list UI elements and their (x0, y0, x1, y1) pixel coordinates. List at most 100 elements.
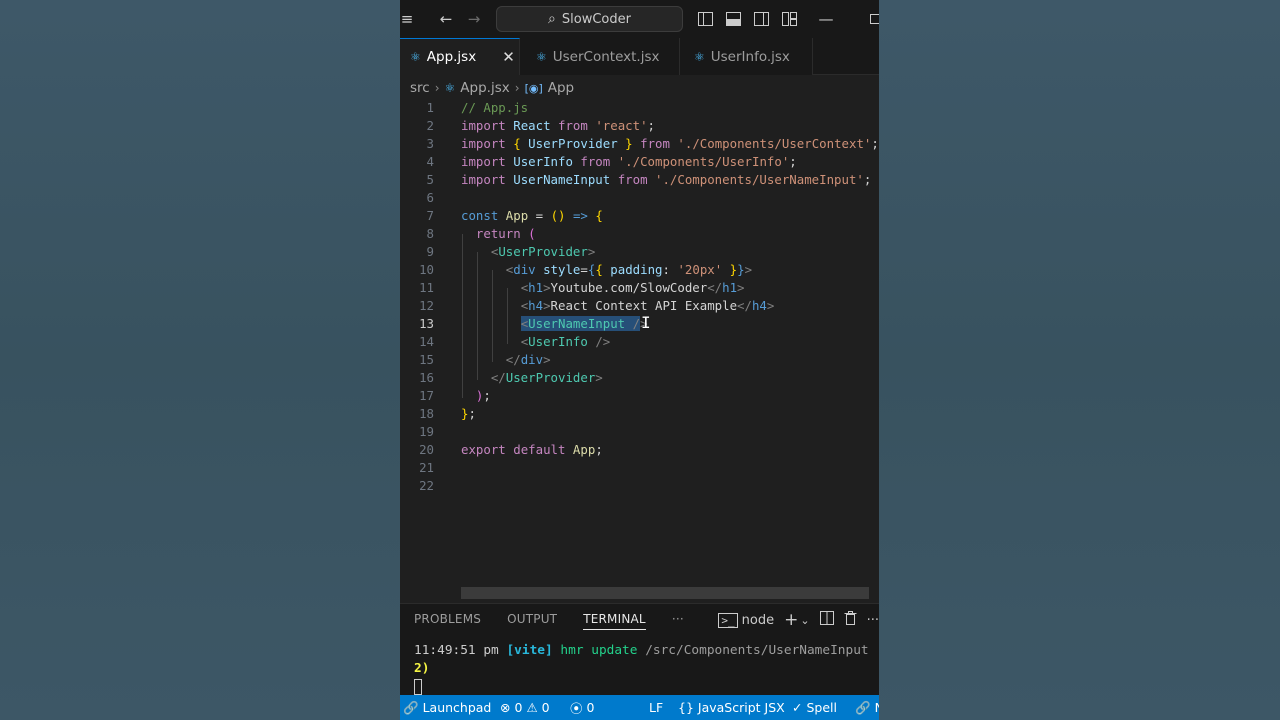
trash-icon[interactable] (844, 611, 857, 629)
code-line: 2 import React from 'react'; (400, 116, 879, 134)
forward-arrow-icon[interactable]: → (464, 0, 484, 38)
code-text: import React from 'react'; (461, 117, 656, 133)
code-line: 16 </UserProvider> (400, 368, 879, 386)
line-number: 17 (419, 387, 434, 403)
code-line: 7 const App = () => { (400, 206, 879, 224)
status-eol[interactable]: LF (649, 695, 663, 720)
breadcrumb-folder[interactable]: src (410, 80, 430, 96)
toggle-primary-sidebar-icon[interactable] (696, 0, 714, 38)
code-line: 8 return ( (400, 224, 879, 242)
line-number: 6 (426, 189, 434, 205)
status-last-item[interactable]: 🔗 N (855, 695, 879, 720)
status-problems[interactable]: ⊗ 0 ⚠ 0 (500, 695, 550, 720)
code-line: 6 (400, 188, 879, 206)
code-line: 22 (400, 476, 879, 494)
code-line: 4 import UserInfo from './Components/Use… (400, 152, 879, 170)
code-line: 20 export default App; (400, 440, 879, 458)
split-terminal-icon[interactable] (819, 611, 834, 629)
code-text: <UserProvider> (490, 243, 596, 259)
status-language[interactable]: {} JavaScript JSX (678, 695, 785, 720)
search-icon: ⌕ (548, 11, 556, 27)
code-line: 11 <h1>Youtube.com/SlowCoder</h1> (400, 278, 879, 296)
code-line: 15 </div> (400, 350, 879, 368)
breadcrumb-file[interactable]: App.jsx (460, 80, 509, 96)
tab-output[interactable]: OUTPUT (507, 612, 557, 630)
terminal-count: 2) (414, 661, 430, 676)
line-number: 15 (419, 351, 434, 367)
panel-actions: >_ node + ⌄ ··· (718, 609, 879, 631)
line-number: 21 (419, 459, 434, 475)
tab-label: UserContext.jsx (552, 48, 660, 65)
tab-label: App.jsx (426, 49, 477, 65)
broadcast-icon: ⦿ (570, 701, 583, 716)
line-number: 7 (426, 207, 434, 223)
code-line: 5 import UserNameInput from './Component… (400, 170, 879, 188)
line-number: 3 (426, 135, 434, 151)
minimize-icon[interactable]: — (818, 0, 834, 38)
error-icon: ⊗ (500, 700, 511, 715)
react-icon: ⚛ (536, 49, 547, 64)
line-number: 9 (426, 243, 434, 259)
line-number: 10 (419, 261, 434, 277)
line-number: 14 (419, 333, 434, 349)
breadcrumb: src › ⚛ App.jsx › [◉] App (410, 78, 574, 98)
code-line: 9 <UserProvider> (400, 242, 879, 260)
code-text: return ( (475, 225, 536, 241)
tab-app-jsx[interactable]: ⚛ App.jsx ✕ (400, 38, 520, 75)
line-number: 13 (419, 315, 434, 331)
code-line: 1 // App.js (400, 98, 879, 116)
command-center-search[interactable]: ⌕ SlowCoder (496, 6, 683, 32)
warning-icon: ⚠ (526, 700, 538, 715)
close-icon[interactable]: ✕ (502, 48, 515, 66)
tab-label: UserInfo.jsx (710, 48, 790, 65)
search-text: SlowCoder (561, 11, 631, 27)
horizontal-scrollbar[interactable] (461, 587, 869, 599)
more-icon[interactable]: ··· (672, 612, 684, 630)
line-number: 5 (426, 171, 434, 187)
status-spell[interactable]: ✓ Spell (792, 695, 837, 720)
line-number: 18 (419, 405, 434, 421)
editor-tabs: ⚛ App.jsx ✕ ⚛ UserContext.jsx ⚛ UserInfo… (400, 38, 879, 75)
text-cursor-icon: I (641, 313, 651, 332)
symbol-method-icon: [◉] (524, 81, 543, 95)
tab-problems[interactable]: PROBLEMS (414, 612, 481, 630)
tab-userinfo-jsx[interactable]: ⚛ UserInfo.jsx (680, 38, 813, 75)
tab-terminal[interactable]: TERMINAL (583, 612, 646, 630)
code-text: <div style={{ padding: '20px' }}> (505, 261, 753, 277)
link-icon: 🔗 (855, 699, 871, 715)
add-terminal-icon[interactable]: + (784, 610, 798, 630)
back-arrow-icon[interactable]: ← (436, 0, 456, 38)
hamburger-icon[interactable]: ≡ (400, 0, 414, 38)
tab-usercontext-jsx[interactable]: ⚛ UserContext.jsx (520, 38, 680, 75)
status-ports[interactable]: ⦿ 0 (570, 695, 594, 720)
code-text: </div> (505, 351, 551, 367)
breadcrumb-symbol[interactable]: App (548, 80, 574, 96)
line-number: 4 (426, 153, 434, 169)
code-editor[interactable]: 1 // App.js 2 import React from 'react';… (400, 98, 879, 588)
code-text: const App = () => { (461, 207, 603, 223)
eol-label: LF (649, 700, 664, 715)
terminal-output[interactable]: 11:49:51 pm [vite] hmr update /src/Compo… (414, 642, 869, 696)
line-number: 1 (426, 99, 434, 115)
code-text: <h4>React Context API Example</h4> (520, 297, 775, 313)
toggle-panel-icon[interactable] (724, 0, 742, 38)
vscode-window: ≡ ← → ⌕ SlowCoder — ⚛ App.jsx ✕ ⚛ UserCo… (400, 0, 879, 720)
terminal-cursor (414, 678, 422, 695)
more-actions-icon[interactable]: ··· (867, 613, 879, 628)
maximize-icon[interactable] (868, 0, 879, 38)
bottom-panel: PROBLEMS OUTPUT TERMINAL ··· >_ node + ⌄… (400, 603, 879, 695)
warning-count: 0 (541, 700, 550, 715)
line-number: 19 (419, 423, 434, 439)
status-launchpad[interactable]: 🔗 Launchpad (403, 695, 491, 720)
title-bar: ≡ ← → ⌕ SlowCoder — (400, 0, 879, 38)
customize-layout-icon[interactable] (780, 0, 798, 38)
line-number: 8 (426, 225, 434, 241)
spell-label: Spell (806, 700, 837, 715)
code-line: 12 <h4>React Context API Example</h4> (400, 296, 879, 314)
code-text: <h1>Youtube.com/SlowCoder</h1> (520, 279, 745, 295)
check-icon: ✓ (792, 700, 803, 715)
toggle-secondary-sidebar-icon[interactable] (752, 0, 770, 38)
code-text: // App.js (461, 99, 529, 115)
terminal-name[interactable]: node (742, 613, 774, 628)
chevron-down-icon[interactable]: ⌄ (800, 614, 809, 627)
